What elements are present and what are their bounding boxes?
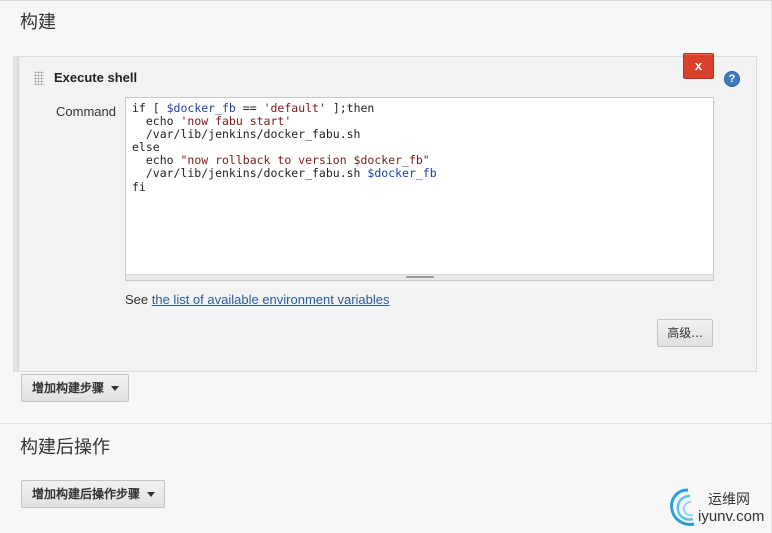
textarea-resize-handle[interactable] [126,274,713,280]
top-border [0,0,772,1]
execute-shell-step: Execute shell x ? Command if [ $docker_f… [13,53,757,372]
drag-handle-icon[interactable] [34,71,44,85]
delete-step-button[interactable]: x [683,53,714,79]
caret-down-icon [111,386,120,391]
add-build-step-label: 增加构建步骤 [32,381,105,395]
advanced-button[interactable]: 高级... [657,319,713,347]
env-vars-link[interactable]: the list of available environment variab… [152,292,390,307]
help-icon[interactable]: ? [724,71,740,87]
post-build-section-title: 构建后操作 [20,437,110,458]
watermark-cn: 运维网 [708,492,750,508]
command-label: Command [56,104,116,119]
watermark-en: iyunv.com [698,508,765,525]
caret-down-icon [147,492,156,497]
command-text[interactable]: if [ $docker_fb == 'default' ];then echo… [126,98,713,198]
see-prefix: See [125,292,152,307]
step-title: Execute shell [54,70,138,85]
command-textarea[interactable]: if [ $docker_fb == 'default' ];then echo… [125,97,714,281]
build-section-title: 构建 [20,12,56,33]
add-post-build-step-button[interactable]: 增加构建后操作步骤 [21,480,166,508]
env-vars-hint: See the list of available environment va… [125,292,390,307]
add-post-build-step-label: 增加构建后操作步骤 [32,487,141,501]
step-stripe [14,57,19,371]
add-build-step-button[interactable]: 增加构建步骤 [21,374,130,402]
section-divider [0,423,772,424]
watermark-logo: 运维网 iyunv.com [668,486,772,530]
resize-grip-icon [406,276,434,278]
